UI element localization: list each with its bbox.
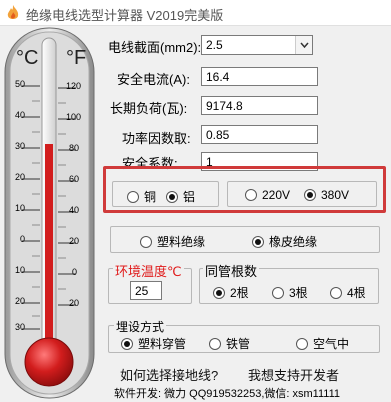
conduit-radio-4[interactable]: 4根 [330,284,366,301]
conduit-option-label: 4根 [347,286,366,300]
ambient-label: 环境温度℃ [113,261,184,280]
insulation-option-label: 塑料绝缘 [157,235,206,249]
celsius-tick: 30 [15,322,26,332]
radio-dot[interactable] [140,235,152,248]
conduit-option-label: 2根 [230,286,249,300]
radio-dot[interactable] [272,286,284,299]
material-radio-aluminum[interactable]: 铝 [166,188,195,205]
fahrenheit-tick: 100 [66,112,82,122]
radio-dot[interactable] [304,189,316,201]
radio-dot[interactable] [213,286,225,299]
power-factor-field[interactable]: 0.85 [201,125,318,144]
title-bar: 绝缘电线选型计算器 V2019完美版 [0,0,391,26]
laying-option-label: 空气中 [313,337,350,351]
cross-section-select[interactable]: 2.5 [201,35,313,55]
safe-current-field[interactable]: 16.4 [201,67,318,86]
voltage-option-label: 220V [262,188,291,202]
conduit-count-label: 同管根数 [203,261,260,280]
laying-option-label: 塑料穿管 [138,337,187,351]
celsius-tick: 30 [15,141,26,151]
fahrenheit-tick: 80 [69,143,80,153]
material-option-label: 铝 [183,190,196,204]
conduit-option-label: 3根 [289,286,308,300]
conduit-radio-2[interactable]: 2根 [213,284,249,301]
long-load-field[interactable]: 9174.8 [201,96,318,115]
fahrenheit-tick: 20 [69,298,80,308]
voltage-option-label: 380V [321,188,350,202]
long-load-label: 长期负荷(瓦): [110,101,188,116]
material-radio-copper[interactable]: 铜 [127,188,156,205]
laying-radio-plastic-pipe[interactable]: 塑料穿管 [121,335,186,352]
radio-dot[interactable] [121,337,133,350]
radio-dot[interactable] [166,190,178,203]
fahrenheit-tick: 20 [69,236,80,246]
insulation-radio-plastic[interactable]: 塑料绝缘 [140,233,205,250]
power-factor-label: 功率因数取: [122,131,191,146]
insulation-radio-rubber[interactable]: 橡皮绝缘 [252,233,317,250]
radio-dot[interactable] [330,286,342,299]
ambient-field[interactable]: 25 [130,281,162,300]
cross-section-label: 电线截面(mm2): [108,40,202,55]
radio-dot[interactable] [252,235,264,248]
celsius-tick: 40 [15,110,26,120]
insulation-option-label: 橡皮绝缘 [269,235,318,249]
flame-icon [7,5,19,19]
celsius-symbol: °C [16,47,39,69]
fahrenheit-tick: 0 [72,267,78,277]
developer-info: 软件开发: 微力 QQ919532253,微信: xsm11111 [114,388,340,400]
safe-current-label: 安全电流(A): [117,72,190,87]
material-option-label: 铜 [144,190,157,204]
fahrenheit-tick: 60 [69,174,80,184]
laying-radio-iron-pipe[interactable]: 铁管 [209,335,250,352]
conduit-radio-3[interactable]: 3根 [272,284,308,301]
celsius-tick: 0 [20,234,26,244]
support-developer-link[interactable]: 我想支持开发者 [248,365,339,384]
radio-dot[interactable] [296,337,308,350]
celsius-tick: 20 [15,172,26,182]
radio-dot[interactable] [245,189,257,201]
voltage-radio-220[interactable]: 220V [245,188,290,202]
laying-radio-air[interactable]: 空气中 [296,335,349,352]
voltage-radio-380[interactable]: 380V [304,188,349,202]
radio-dot[interactable] [127,190,139,203]
fahrenheit-tick: 120 [66,81,82,91]
ground-wire-link[interactable]: 如何选择接地线? [120,365,218,384]
fahrenheit-tick: 40 [69,205,80,215]
laying-option-label: 铁管 [226,337,251,351]
celsius-tick: 10 [15,203,26,213]
cross-section-value: 2.5 [206,38,223,52]
laying-label: 埋设方式 [114,318,167,335]
celsius-tick: 20 [15,296,26,306]
fahrenheit-symbol: °F [66,47,87,69]
celsius-tick: 50 [15,79,26,89]
window-title: 绝缘电线选型计算器 V2019完美版 [26,8,224,23]
celsius-tick: 10 [15,265,26,275]
chevron-down-icon[interactable] [295,36,312,54]
radio-dot[interactable] [209,337,221,350]
